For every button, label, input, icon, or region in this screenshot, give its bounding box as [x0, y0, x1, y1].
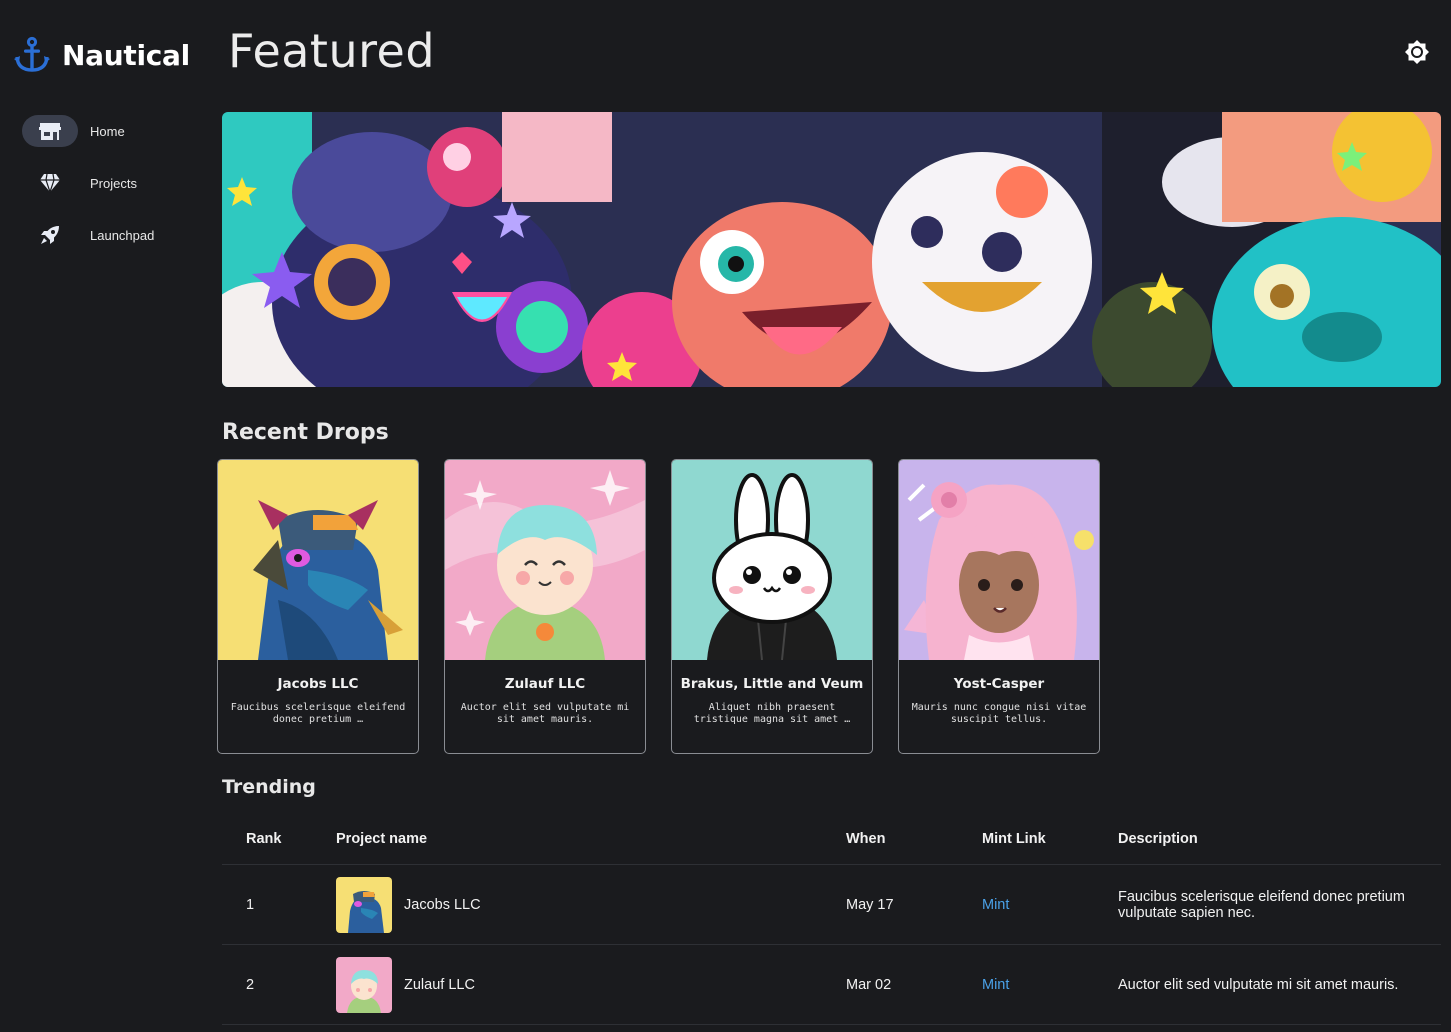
- table-row[interactable]: 2 Zulauf LLC Mar 02 Mint Auctor elit sed…: [222, 945, 1441, 1025]
- brand-logo[interactable]: Nautical: [14, 36, 190, 74]
- column-header-when: When: [846, 831, 886, 847]
- row-project-name[interactable]: Jacobs LLC: [404, 897, 481, 913]
- sidebar-item-launchpad[interactable]: Launchpad: [22, 219, 192, 251]
- sidebar-item-label: Launchpad: [90, 227, 155, 243]
- row-rank: 1: [246, 896, 255, 913]
- app-name: Nautical: [62, 38, 190, 72]
- row-project: Jacobs LLC: [336, 876, 846, 933]
- drop-card-image: [445, 460, 645, 660]
- drop-card-title: Yost-Casper: [953, 676, 1045, 692]
- sidebar-item-projects[interactable]: Projects: [22, 167, 192, 199]
- page-title: Featured: [228, 24, 436, 78]
- trending-table: Rank Project name When Mint Link Descrip…: [222, 814, 1441, 1025]
- row-description: Faucibus scelerisque eleifend donec pret…: [1118, 888, 1405, 921]
- mint-link[interactable]: Mint: [982, 977, 1009, 993]
- drop-card[interactable]: Yost-Casper Mauris nunc congue nisi vita…: [898, 459, 1100, 754]
- row-description: Auctor elit sed vulputate mi sit amet ma…: [1118, 976, 1399, 993]
- recent-drops-list: Jacobs LLC Faucibus scelerisque eleifend…: [217, 459, 1100, 754]
- project-thumbnail: [336, 876, 392, 933]
- drop-card-title: Brakus, Little and Veum: [680, 676, 864, 692]
- drop-card-description: Auctor elit sed vulputate mi sit amet ma…: [460, 702, 630, 725]
- drop-card-image: [672, 460, 872, 660]
- rocket-icon: [22, 219, 78, 251]
- sidebar-nav: Home Projects Launchpad: [22, 115, 192, 271]
- table-header: Rank Project name When Mint Link Descrip…: [222, 814, 1441, 865]
- sidebar-item-home[interactable]: Home: [22, 115, 192, 147]
- drop-card[interactable]: Brakus, Little and Veum Aliquet nibh pra…: [671, 459, 873, 754]
- diamond-icon: [22, 167, 78, 199]
- storefront-icon: [22, 115, 78, 147]
- drop-card-description: Faucibus scelerisque eleifend donec pret…: [230, 702, 406, 725]
- drop-card[interactable]: Zulauf LLC Auctor elit sed vulputate mi …: [444, 459, 646, 754]
- recent-drops-title: Recent Drops: [222, 420, 389, 445]
- anchor-icon: [14, 36, 50, 72]
- row-project-name[interactable]: Zulauf LLC: [404, 977, 475, 993]
- column-header-mint-link: Mint Link: [982, 831, 1046, 847]
- drop-card-image: [899, 460, 1099, 660]
- featured-banner[interactable]: [222, 112, 1441, 387]
- row-when: May 17: [846, 896, 894, 913]
- table-row[interactable]: 1 Jacobs LLC May 17 Mint Faucibus sceler…: [222, 865, 1441, 945]
- drop-card-description: Mauris nunc congue nisi vitae suscipit t…: [911, 702, 1087, 725]
- mint-link[interactable]: Mint: [982, 897, 1009, 913]
- row-project: Zulauf LLC: [336, 956, 846, 1013]
- drop-card[interactable]: Jacobs LLC Faucibus scelerisque eleifend…: [217, 459, 419, 754]
- sidebar-item-label: Projects: [90, 175, 137, 191]
- trending-title: Trending: [222, 776, 316, 798]
- drop-card-description: Aliquet nibh praesent tristique magna si…: [693, 702, 851, 725]
- row-rank: 2: [246, 976, 255, 993]
- drop-card-title: Jacobs LLC: [277, 676, 359, 692]
- drop-card-title: Zulauf LLC: [504, 676, 586, 692]
- column-header-rank: Rank: [246, 831, 282, 847]
- column-header-description: Description: [1118, 831, 1198, 847]
- sidebar-item-label: Home: [90, 123, 125, 139]
- featured-banner-illustration: [222, 112, 1441, 387]
- column-header-project-name: Project name: [336, 831, 428, 847]
- theme-toggle-button[interactable]: [1403, 38, 1431, 66]
- row-when: Mar 02: [846, 976, 892, 993]
- brightness-icon: [1405, 40, 1429, 64]
- sidebar: Nautical Home Projects Launchpad: [0, 0, 200, 1032]
- drop-card-image: [218, 460, 418, 660]
- project-thumbnail: [336, 956, 392, 1013]
